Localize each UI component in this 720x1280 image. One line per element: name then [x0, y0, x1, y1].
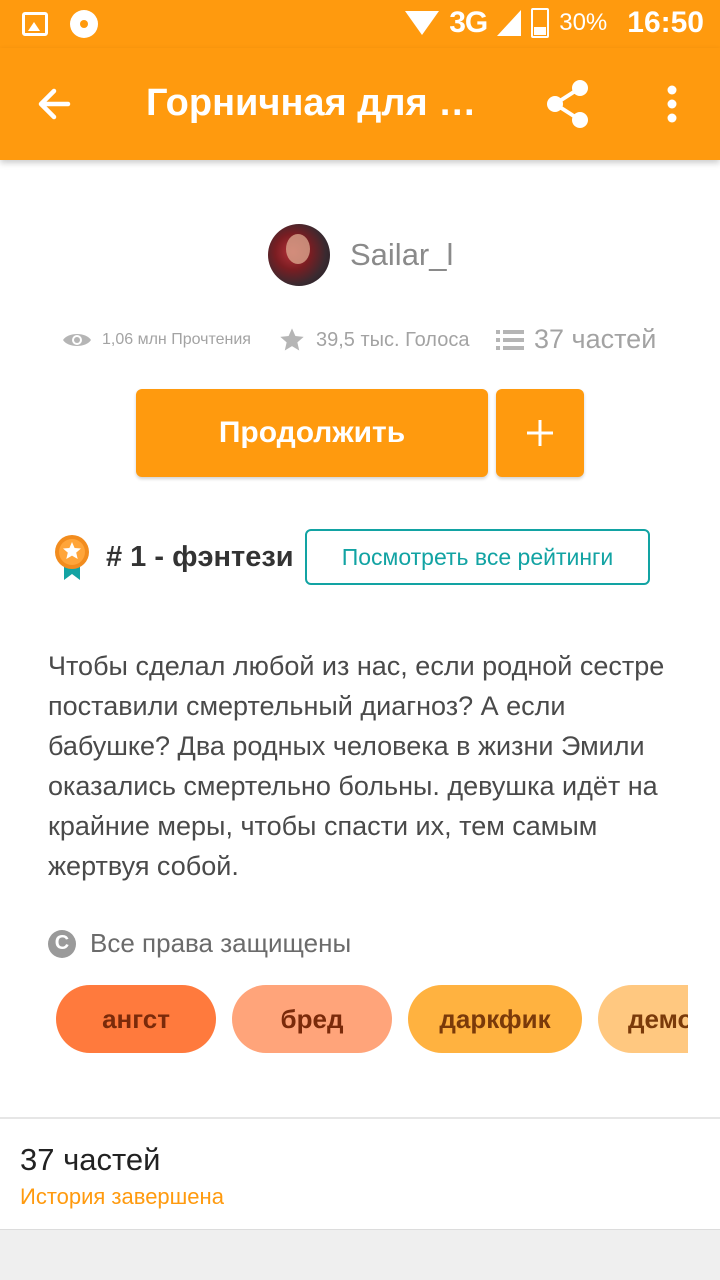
network-type: 3G: [449, 6, 488, 39]
more-vertical-icon: [667, 85, 677, 123]
more-options-button[interactable]: [650, 76, 694, 132]
copyright-icon: C: [48, 929, 76, 958]
gallery-notification-icon: [22, 12, 48, 36]
reads-count: 1,06 млн Прочтения: [102, 331, 251, 348]
votes-count: 39,5 тыс. Голоса: [316, 328, 470, 351]
list-icon: [496, 329, 524, 350]
app-bar: Горничная для С...: [0, 48, 720, 160]
parts-section-title[interactable]: 37 частей: [20, 1142, 160, 1178]
medal-icon: [52, 534, 92, 582]
story-description: Чтобы сделал любой из нас, если родной с…: [48, 651, 665, 881]
tag-chip[interactable]: бред: [232, 985, 392, 1053]
signal-icon: [497, 10, 522, 36]
avatar[interactable]: [268, 224, 330, 286]
share-button[interactable]: [540, 76, 596, 132]
plus-icon: [527, 420, 553, 446]
clock: 16:50: [627, 6, 704, 39]
status-bar: 3G 30% 16:50: [0, 0, 720, 48]
copyright-notice: C Все права защищены: [48, 928, 351, 959]
story-stats: 1,06 млн Прочтения 39,5 тыс. Голоса 37 ч…: [62, 322, 682, 362]
tag-chip[interactable]: даркфик: [408, 985, 582, 1053]
tag-list: ангст бред даркфик демо: [56, 985, 688, 1053]
share-icon: [547, 80, 588, 128]
votes-stat: 39,5 тыс. Голоса: [278, 326, 469, 354]
tag-chip[interactable]: демо: [598, 985, 688, 1053]
completion-status: История завершена: [20, 1184, 224, 1209]
battery-level: 30%: [559, 9, 608, 36]
continue-reading-button[interactable]: Продолжить: [136, 389, 488, 477]
star-icon: [280, 328, 304, 351]
divider: [0, 1117, 720, 1119]
view-all-ratings-button[interactable]: Посмотреть все рейтинги: [305, 529, 650, 585]
author-name[interactable]: Sailar_l: [350, 237, 453, 273]
parts-stat: 37 частей: [496, 324, 656, 355]
page-title: Горничная для С...: [146, 82, 496, 124]
eye-icon: [63, 334, 91, 346]
tag-chip[interactable]: ангст: [56, 985, 216, 1053]
copyright-text: Все права защищены: [90, 928, 352, 958]
parts-count: 37 частей: [534, 324, 657, 354]
battery-icon: [531, 8, 550, 38]
media-notification-icon: [70, 10, 98, 38]
back-button[interactable]: [30, 78, 82, 130]
bottom-panel: [0, 1229, 720, 1280]
ranking-label: # 1 - фэнтези: [106, 541, 294, 573]
author-block[interactable]: Sailar_l: [268, 224, 453, 286]
add-to-library-button[interactable]: [496, 389, 584, 477]
wifi-icon: [405, 11, 440, 35]
back-arrow-icon: [38, 88, 71, 120]
reads-stat: 1,06 млн Прочтения: [62, 330, 251, 350]
